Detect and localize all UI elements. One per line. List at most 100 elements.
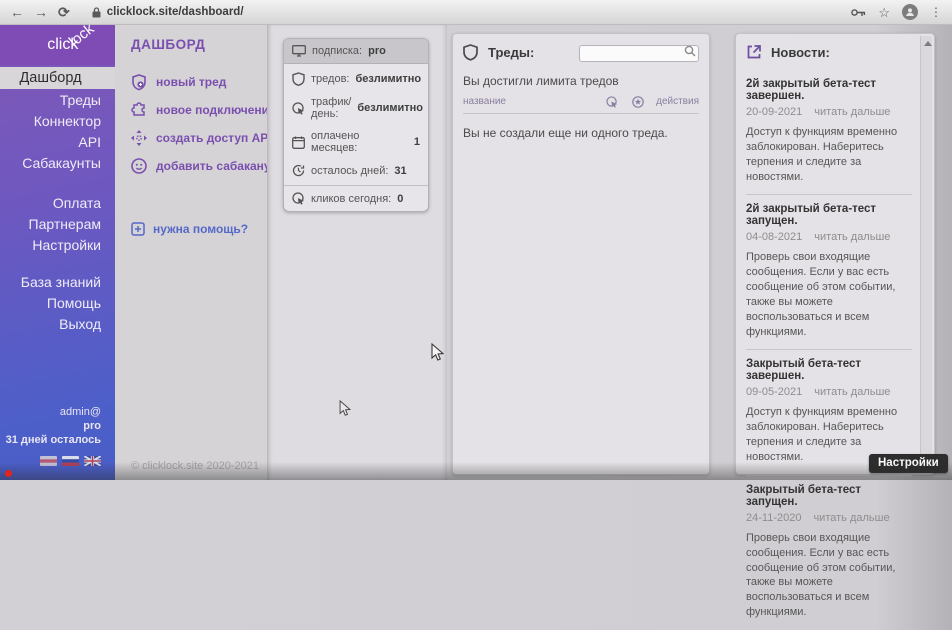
add-subaccount-link[interactable]: добавить сабаканут [131, 152, 267, 180]
news-item-body: Доступ к функциям временно заблокирован.… [746, 125, 912, 184]
sidebar-item-help[interactable]: Помощь [0, 293, 115, 314]
threads-empty-message: Вы не создали еще ни одного треда. [463, 126, 699, 140]
add-subaccount-label: добавить сабаканут [156, 159, 277, 173]
create-api-access-link[interactable]: создать доступ API [131, 124, 267, 152]
sidebar-item-connector[interactable]: Коннектор [0, 111, 115, 132]
browser-toolbar: ← → ⟳ clicklock.site/dashboard/ ☆ ⋮ [0, 0, 952, 25]
row-label: трафик/день: [311, 96, 351, 120]
new-connection-link[interactable]: новое подключение [131, 96, 267, 124]
move-arrows-icon [131, 130, 147, 146]
row-value: безлимитно [355, 73, 421, 85]
account-info: admin@ pro 31 дней осталось [0, 405, 115, 447]
news-item-body: Проверь свои входящие сообщения. Если у … [746, 531, 912, 620]
address-bar[interactable]: clicklock.site/dashboard/ [92, 6, 842, 18]
sidebar-item-payment[interactable]: Оплата [0, 193, 115, 214]
sidebar-item-logout[interactable]: Выход [0, 314, 115, 335]
click-icon [292, 192, 305, 205]
news-item: Закрытый бета-тест запущен. 24-11-2020 ч… [746, 475, 912, 630]
news-item-title: 2й закрытый бета-тест завершен. [746, 78, 912, 102]
new-thread-link[interactable]: новый тред [131, 68, 267, 96]
row-value: 0 [397, 193, 403, 205]
back-icon[interactable]: ← [10, 5, 24, 19]
search-icon[interactable] [684, 45, 696, 57]
need-help-label: нужна помощь? [153, 222, 248, 236]
create-api-access-label: создать доступ API [156, 131, 272, 145]
row-value: безлимитно [357, 102, 423, 114]
record-dot-icon [5, 470, 12, 477]
threads-limit-notice: Вы достигли лимита тредов [463, 74, 699, 88]
flag-belarus-icon[interactable] [40, 456, 57, 466]
face-icon [131, 158, 147, 174]
key-icon[interactable] [851, 8, 866, 17]
news-item-title: 2й закрытый бета-тест запущен. [746, 203, 912, 227]
row-value: 31 [394, 165, 406, 177]
sidebar-item-partners[interactable]: Партнерам [0, 214, 115, 235]
news-item-date: 24-11-2020 [746, 512, 801, 524]
traffic-row: трафик/день: безлимитно [284, 91, 428, 125]
sidebar: clicklock Дашборд Треды Коннектор API Са… [0, 25, 115, 480]
threads-title: Треды: [488, 45, 534, 60]
shield-plus-icon [131, 74, 147, 91]
sidebar-item-threads[interactable]: Треды [0, 90, 115, 111]
sidebar-item-subaccounts[interactable]: Сабакаунты [0, 153, 115, 174]
external-link-icon [746, 44, 762, 60]
row-value: 1 [414, 136, 420, 148]
click-icon [292, 102, 305, 115]
news-panel: Новости: 2й закрытый бета-тест завершен.… [735, 33, 935, 475]
news-scrollbar[interactable] [920, 36, 932, 472]
scroll-up-icon[interactable] [924, 41, 932, 46]
refresh-icon[interactable]: ⟳ [58, 5, 70, 19]
column-name-label[interactable]: название [463, 96, 606, 107]
sidebar-item-dashboard[interactable]: Дашборд [0, 67, 115, 89]
row-label: осталось дней: [311, 165, 388, 177]
url-text[interactable]: clicklock.site/dashboard/ [107, 6, 244, 18]
news-item-date: 20-09-2021 [746, 106, 802, 118]
lock-icon [92, 7, 101, 18]
settings-button[interactable]: Настройки [869, 454, 948, 473]
read-more-link[interactable]: читать дальше [813, 512, 889, 524]
status-column-icon[interactable] [632, 96, 644, 108]
account-days-left: 31 дней осталось [0, 433, 101, 447]
news-item-title: Закрытый бета-тест запущен. [746, 484, 912, 508]
threads-search-input[interactable] [579, 45, 699, 62]
clock-icon [292, 164, 305, 177]
dashboard-column: ДАШБОРД новый тред новое подключение соз… [115, 25, 267, 480]
puzzle-icon [131, 102, 147, 118]
bookmark-star-icon[interactable]: ☆ [878, 6, 890, 19]
need-help-link[interactable]: нужна помощь? [131, 222, 267, 236]
app-logo[interactable]: clicklock [0, 25, 115, 65]
new-thread-label: новый тред [156, 75, 226, 89]
clicks-today-row: кликов сегодня: 0 [284, 185, 428, 211]
row-label: кликов сегодня: [311, 193, 391, 205]
subscription-header: подписка: pro [284, 39, 428, 64]
read-more-link[interactable]: читать дальше [814, 231, 890, 243]
sidebar-item-knowledge-base[interactable]: База знаний [0, 272, 115, 293]
menu-dots-icon[interactable]: ⋮ [930, 6, 942, 18]
column-actions-label[interactable]: действия [656, 96, 699, 107]
news-item-date: 04-08-2021 [746, 231, 802, 243]
forward-icon[interactable]: → [34, 5, 48, 19]
flag-uk-icon[interactable] [84, 456, 101, 466]
read-more-link[interactable]: читать дальше [814, 106, 890, 118]
plus-square-icon [131, 222, 145, 236]
subscription-label: подписка: [312, 45, 362, 57]
news-item-body: Проверь свои входящие сообщения. Если у … [746, 250, 912, 339]
account-email: admin@ [0, 405, 101, 419]
threads-panel: Треды: Вы достигли лимита тредов названи… [452, 33, 710, 475]
row-label: оплачено месяцев: [311, 130, 408, 154]
row-label: тредов: [311, 73, 349, 85]
page-title: ДАШБОРД [131, 37, 267, 52]
profile-avatar-icon[interactable] [902, 4, 918, 20]
shield-icon [292, 72, 305, 86]
clicks-column-icon[interactable] [606, 96, 618, 108]
days-left-row: осталось дней: 31 [284, 159, 428, 182]
news-item: 2й закрытый бета-тест запущен. 04-08-202… [746, 194, 912, 349]
flag-russia-icon[interactable] [62, 456, 79, 466]
calendar-icon [292, 136, 305, 149]
news-item-date: 09-05-2021 [746, 386, 802, 398]
sidebar-item-settings[interactable]: Настройки [0, 235, 115, 256]
read-more-link[interactable]: читать дальше [814, 386, 890, 398]
subscription-plan-value: pro [368, 45, 386, 57]
sidebar-item-api[interactable]: API [0, 132, 115, 153]
account-plan: pro [83, 420, 101, 432]
